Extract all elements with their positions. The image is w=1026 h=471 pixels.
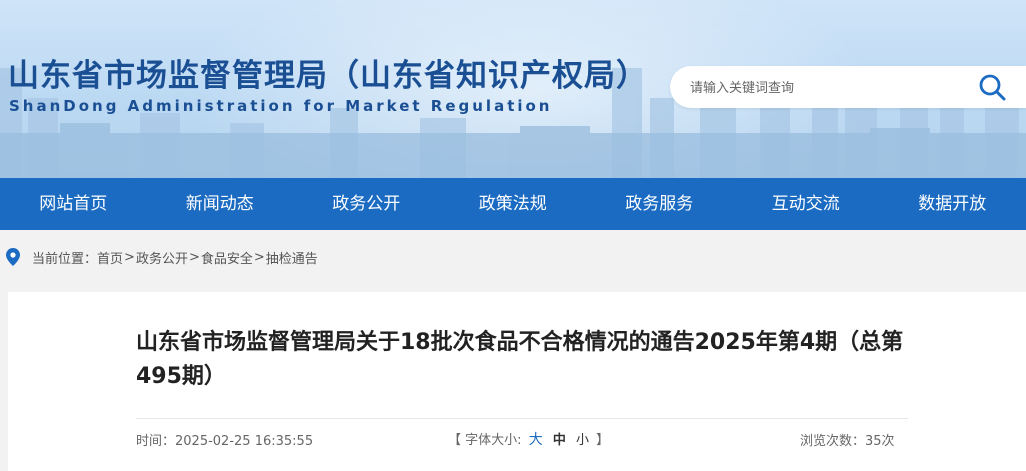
font-size-bracket-open: 【 [448,433,462,448]
breadcrumb-home[interactable]: 首页 [97,248,123,267]
nav-item-news[interactable]: 新闻动态 [147,178,294,230]
font-size-bracket-close: 】 [596,433,610,448]
font-size-control: 【 字体大小: 大 中 小 】 [448,429,609,449]
nav-item-government-affairs[interactable]: 政务公开 [293,178,440,230]
breadcrumb-prefix: 当前位置： [32,251,98,267]
nav-item-interaction[interactable]: 互动交流 [733,178,880,230]
site-title: 山东省市场监督管理局（山东省知识产权局） [8,58,648,94]
location-pin-icon [6,248,20,266]
font-size-label: 字体大小: [465,433,522,448]
publish-time-value: 2025-02-25 16:35:55 [175,434,314,449]
breadcrumb-separator: > [188,249,200,265]
nav-item-policies[interactable]: 政策法规 [440,178,587,230]
view-count-label: 浏览次数： [800,434,866,449]
view-count-value: 35次 [865,434,895,449]
site-header-banner: 山东省市场监督管理局（山东省知识产权局） ShanDong Administra… [0,0,1026,178]
meta-divider [136,418,908,419]
main-nav: 网站首页 新闻动态 政务公开 政策法规 政务服务 互动交流 数据开放 [0,178,1026,230]
nav-item-home[interactable]: 网站首页 [0,178,147,230]
nav-item-services[interactable]: 政务服务 [586,178,733,230]
publish-time: 时间：2025-02-25 16:35:55 [136,430,313,449]
breadcrumb: 当前位置： 首页 > 政务公开 > 食品安全 > 抽检通告 [6,247,318,267]
breadcrumb-government-affairs[interactable]: 政务公开 [136,248,188,267]
font-size-large-button[interactable]: 大 [529,432,543,448]
article-title: 山东省市场监督管理局关于18批次食品不合格情况的通告2025年第4期（总第495… [136,330,904,389]
font-size-medium-button[interactable]: 中 [553,433,566,448]
site-subtitle: ShanDong Administration for Market Regul… [9,97,553,115]
breadcrumb-food-safety[interactable]: 食品安全 [201,248,253,267]
search-icon[interactable] [978,73,1006,101]
breadcrumb-separator: > [124,249,135,265]
publish-time-label: 时间： [136,434,176,449]
view-count: 浏览次数：35次 [800,430,895,449]
search-box [670,66,1026,108]
breadcrumb-separator: > [253,249,265,265]
font-size-small-button[interactable]: 小 [576,433,589,448]
breadcrumb-inspection-notice[interactable]: 抽检通告 [266,248,318,267]
search-input[interactable] [688,74,962,102]
nav-item-open-data[interactable]: 数据开放 [879,178,1026,230]
article-card: 山东省市场监督管理局关于18批次食品不合格情况的通告2025年第4期（总第495… [8,292,1026,471]
